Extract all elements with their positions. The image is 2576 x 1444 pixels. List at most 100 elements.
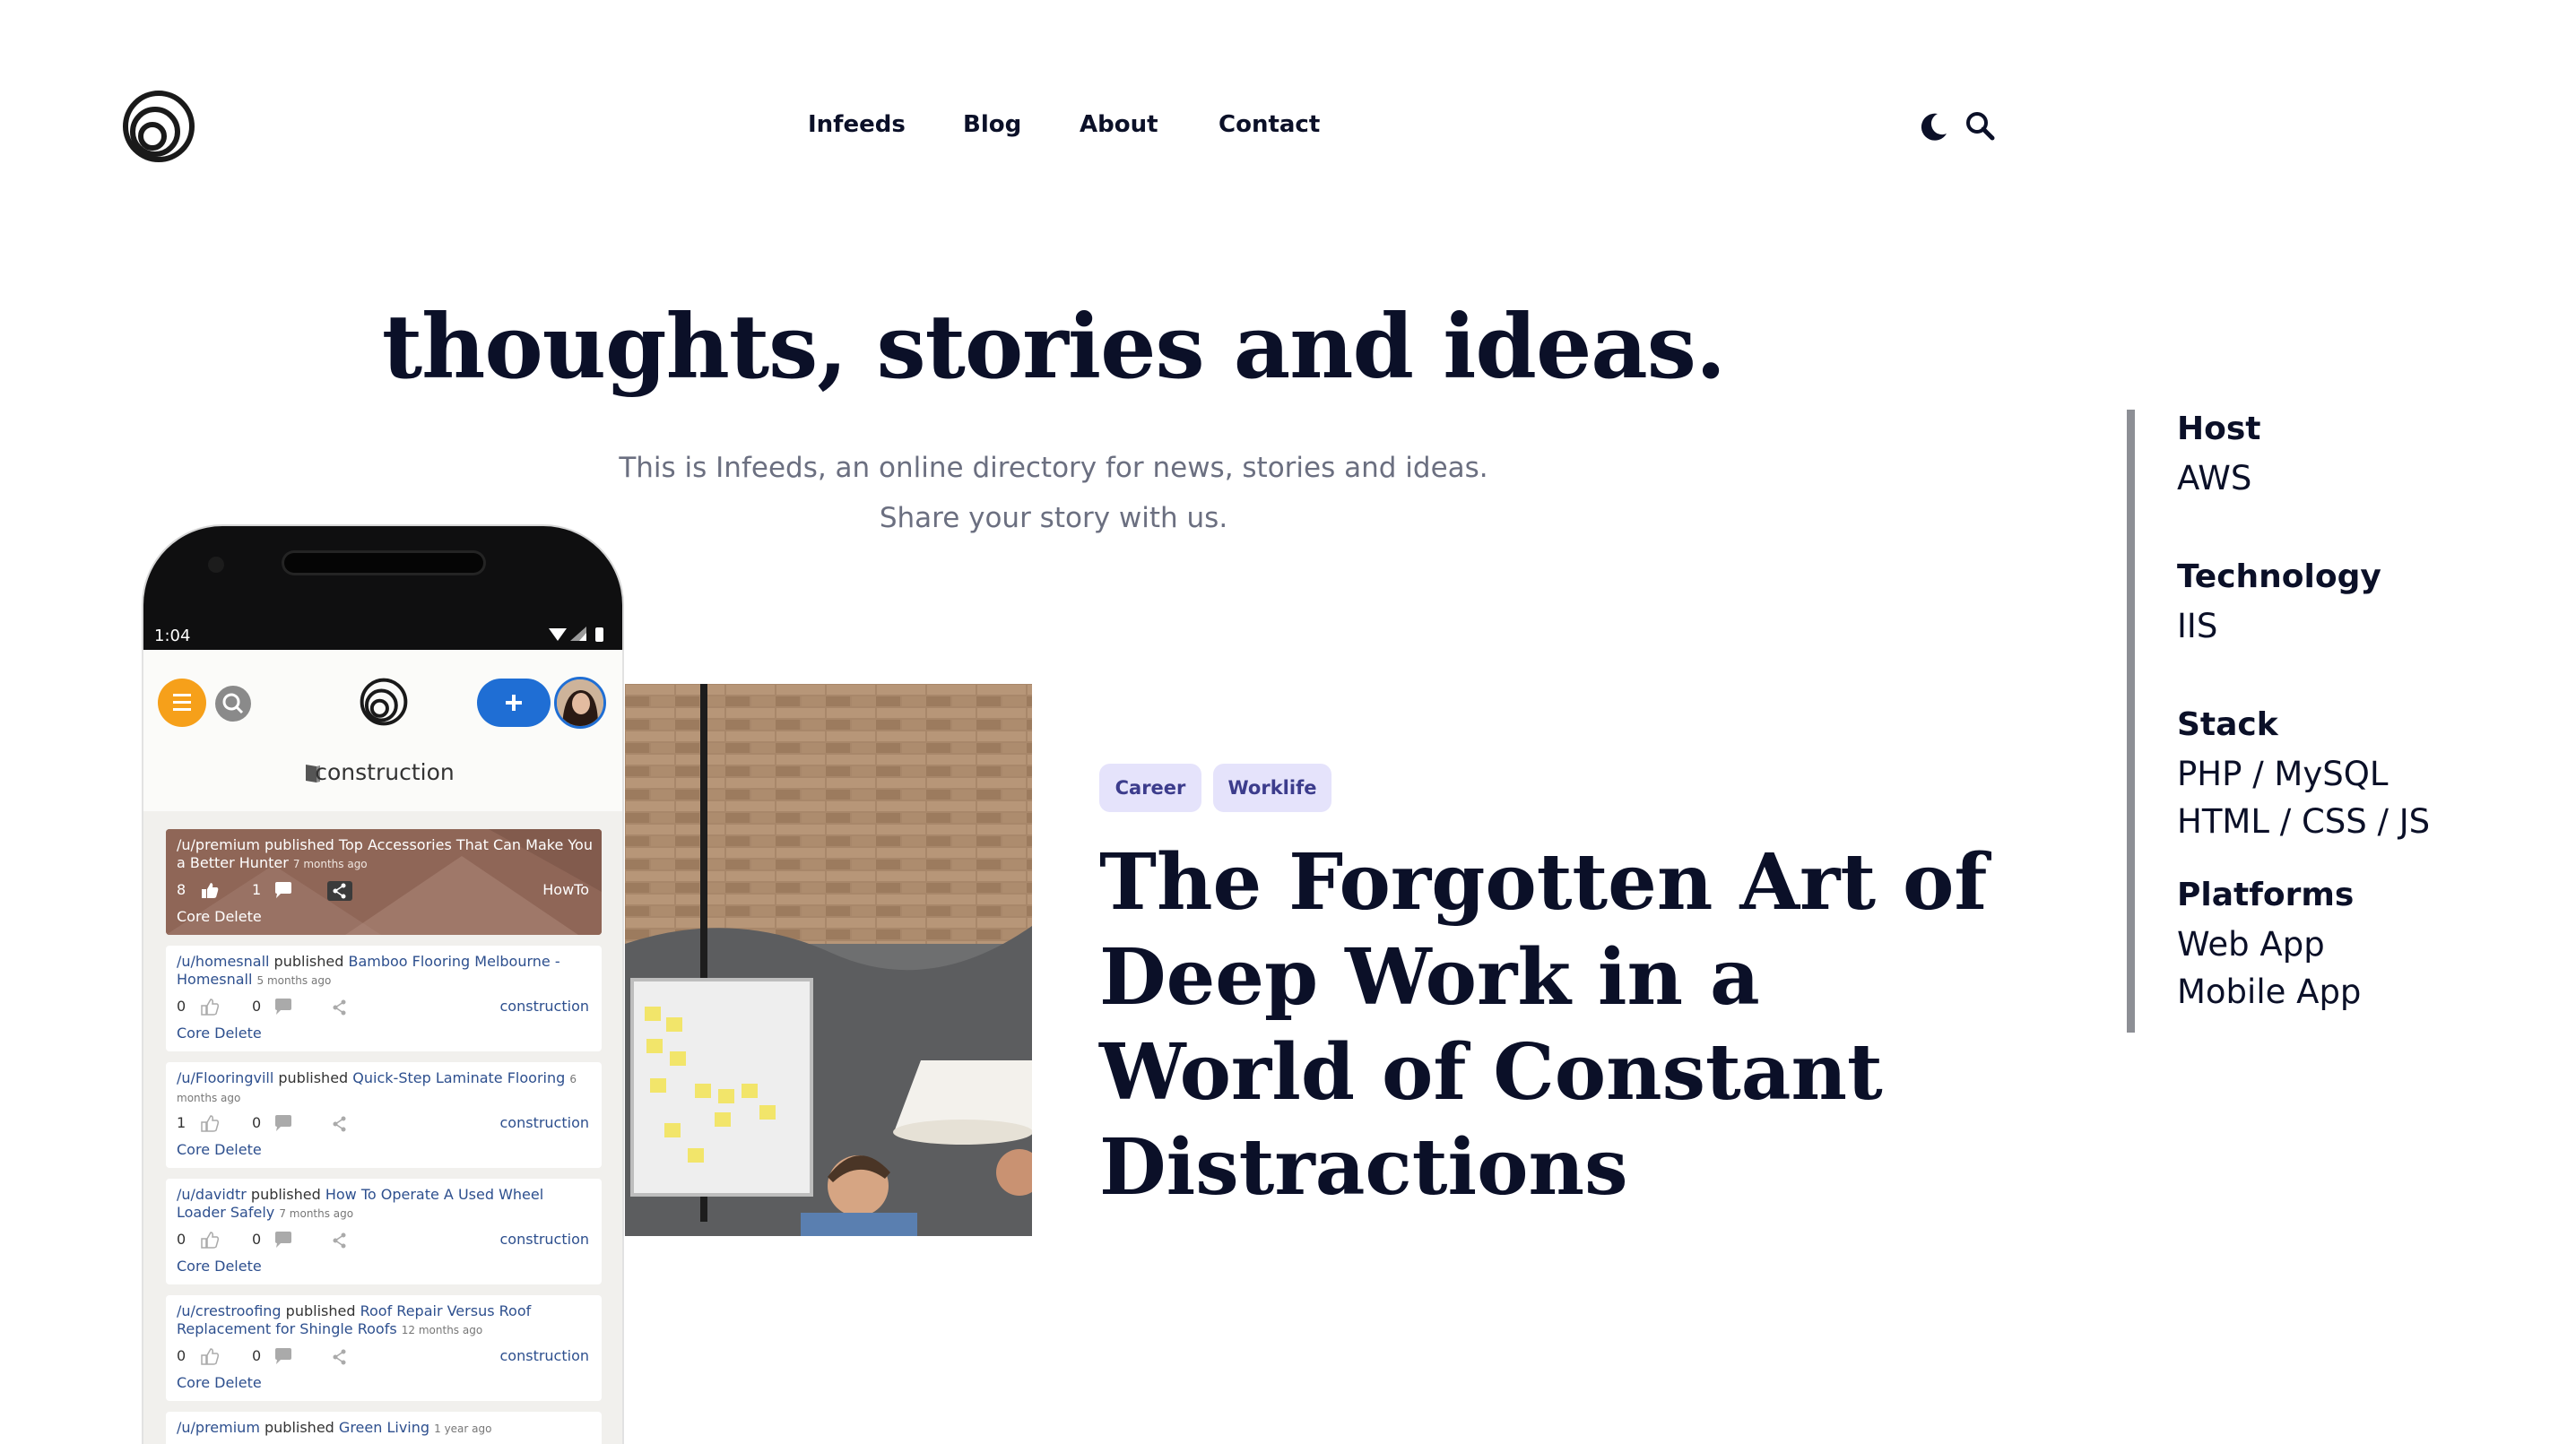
admin-actions[interactable]: Core Delete	[177, 1025, 262, 1042]
feed-card[interactable]: /u/homesnall published Bamboo Flooring M…	[166, 946, 602, 1051]
feed-card-headline[interactable]: /u/Flooringvill published Quick-Step Lam…	[177, 1069, 593, 1107]
app-bar: construction	[143, 650, 622, 811]
feed-card[interactable]: /u/davidtr published How To Operate A Us…	[166, 1179, 602, 1284]
share-icon[interactable]	[327, 881, 352, 901]
status-icons	[549, 627, 603, 642]
comment-icon[interactable]	[273, 1231, 293, 1249]
comment-icon[interactable]	[273, 1347, 293, 1365]
feed-card-headline[interactable]: /u/davidtr published How To Operate A Us…	[177, 1186, 593, 1223]
like-icon[interactable]	[200, 998, 220, 1016]
nav-contact[interactable]: Contact	[1219, 111, 1320, 138]
feed-stats: 0 0 construction	[177, 1231, 598, 1252]
feed-card-premium[interactable]: /u/premium published Top Accessories Tha…	[166, 829, 602, 935]
feed-stats: 0 0 construction	[177, 998, 598, 1019]
like-icon[interactable]	[200, 1231, 220, 1249]
feed-user[interactable]: /u/premium	[177, 836, 260, 853]
admin-actions[interactable]: Core Delete	[177, 1141, 262, 1158]
avatar[interactable]	[554, 677, 606, 729]
comment-icon[interactable]	[273, 998, 293, 1016]
feed-stats: 0 0 construction	[177, 1347, 598, 1369]
comment-count: 0	[252, 1114, 262, 1131]
feed-card-headline[interactable]: /u/premium published Green Living 1 year…	[177, 1419, 593, 1438]
feed-card[interactable]: /u/crestroofing published Roof Repair Ve…	[166, 1295, 602, 1401]
nav-about[interactable]: About	[1080, 111, 1158, 138]
feed-user[interactable]: /u/Flooringvill	[177, 1069, 273, 1086]
like-icon[interactable]	[200, 1347, 220, 1365]
like-count: 0	[177, 1347, 186, 1364]
side-host-value: AWS	[2177, 459, 2252, 497]
feed-user[interactable]: /u/premium	[177, 1419, 260, 1436]
article-title[interactable]: The Forgotten Art of Deep Work in a Worl…	[1099, 835, 2014, 1215]
share-icon[interactable]	[327, 998, 352, 1017]
nav-infeeds[interactable]: Infeeds	[808, 111, 906, 138]
share-icon[interactable]	[327, 1347, 352, 1367]
like-count: 1	[177, 1114, 186, 1131]
like-count: 0	[177, 998, 186, 1015]
feed-stats: 1 0 construction	[177, 1114, 598, 1136]
side-platforms-value-2: Mobile App	[2177, 973, 2362, 1011]
phone-camera	[208, 557, 224, 573]
side-technology-heading: Technology	[2177, 558, 2381, 595]
feed-time: 7 months ago	[292, 858, 368, 870]
feed-verb: published	[273, 953, 344, 970]
side-platforms-heading: Platforms	[2177, 877, 2355, 913]
menu-button[interactable]	[158, 679, 206, 727]
feed-stats: 8 1 HowTo	[177, 881, 598, 903]
hero-title: thoughts, stories and ideas.	[381, 296, 1726, 399]
admin-actions[interactable]: Core Delete	[177, 1374, 262, 1391]
side-platforms-value-1: Web App	[2177, 925, 2325, 964]
feed-title[interactable]: Quick-Step Laminate Flooring	[352, 1069, 565, 1086]
admin-actions[interactable]: Core Delete	[177, 1258, 262, 1275]
like-icon[interactable]	[200, 881, 220, 899]
feed-verb: published	[265, 1419, 334, 1436]
side-stack-value-2: HTML / CSS / JS	[2177, 802, 2431, 841]
feed-card[interactable]: /u/premium published Green Living 1 year…	[166, 1412, 602, 1444]
hero-subtitle-line1: This is Infeeds, an online directory for…	[619, 452, 1488, 484]
feed-card-headline[interactable]: /u/crestroofing published Roof Repair Ve…	[177, 1302, 593, 1339]
feed-time: 12 months ago	[401, 1324, 483, 1336]
feed-user[interactable]: /u/crestroofing	[177, 1302, 282, 1319]
feed-category[interactable]: construction	[500, 1231, 590, 1248]
article-image[interactable]	[625, 684, 1032, 1236]
search-icon[interactable]	[1960, 106, 2001, 147]
feed-card[interactable]: /u/Flooringvill published Quick-Step Lam…	[166, 1062, 602, 1168]
feed-verb: published	[250, 1186, 321, 1203]
app-logo[interactable]	[360, 678, 408, 726]
feed-user[interactable]: /u/davidtr	[177, 1186, 247, 1203]
share-icon[interactable]	[327, 1114, 352, 1134]
search-icon	[222, 693, 244, 714]
feed-card-headline[interactable]: /u/premium published Top Accessories Tha…	[177, 836, 593, 873]
comment-count: 1	[252, 881, 262, 898]
feed-user[interactable]: /u/homesnall	[177, 953, 269, 970]
tag-career[interactable]: Career	[1099, 764, 1201, 812]
category-label: construction	[315, 759, 455, 785]
phone-screen: construction /u/premium published Top Ac…	[142, 650, 624, 1444]
comment-count: 0	[252, 1231, 262, 1248]
side-stack-heading: Stack	[2177, 706, 2278, 743]
comment-icon[interactable]	[273, 1114, 293, 1132]
nav-blog[interactable]: Blog	[963, 111, 1021, 138]
share-icon[interactable]	[327, 1231, 352, 1250]
add-post-button[interactable]	[477, 679, 551, 727]
tag-worklife[interactable]: Worklife	[1213, 764, 1331, 812]
feed-verb: published	[278, 1069, 349, 1086]
admin-actions[interactable]: Core Delete	[177, 908, 262, 925]
feed-category[interactable]: HowTo	[542, 881, 589, 898]
comment-icon[interactable]	[273, 881, 293, 899]
moon-icon[interactable]	[1913, 106, 1955, 147]
main-nav: Infeeds Blog About Contact	[0, 111, 2576, 147]
phone-frame: 1:04	[142, 524, 624, 650]
app-search-button[interactable]	[215, 686, 251, 722]
hamburger-icon	[173, 694, 191, 711]
feed-time: 5 months ago	[256, 974, 332, 987]
side-host-heading: Host	[2177, 411, 2261, 447]
comment-count: 0	[252, 998, 262, 1015]
feed-card-headline[interactable]: /u/homesnall published Bamboo Flooring M…	[177, 953, 593, 990]
like-count: 0	[177, 1231, 186, 1248]
feed-category[interactable]: construction	[500, 998, 590, 1015]
feed-title[interactable]: Green Living	[339, 1419, 429, 1436]
side-technology-value: IIS	[2177, 607, 2218, 645]
feed-category[interactable]: construction	[500, 1114, 590, 1131]
feed-category[interactable]: construction	[500, 1347, 590, 1364]
like-icon[interactable]	[200, 1114, 220, 1132]
